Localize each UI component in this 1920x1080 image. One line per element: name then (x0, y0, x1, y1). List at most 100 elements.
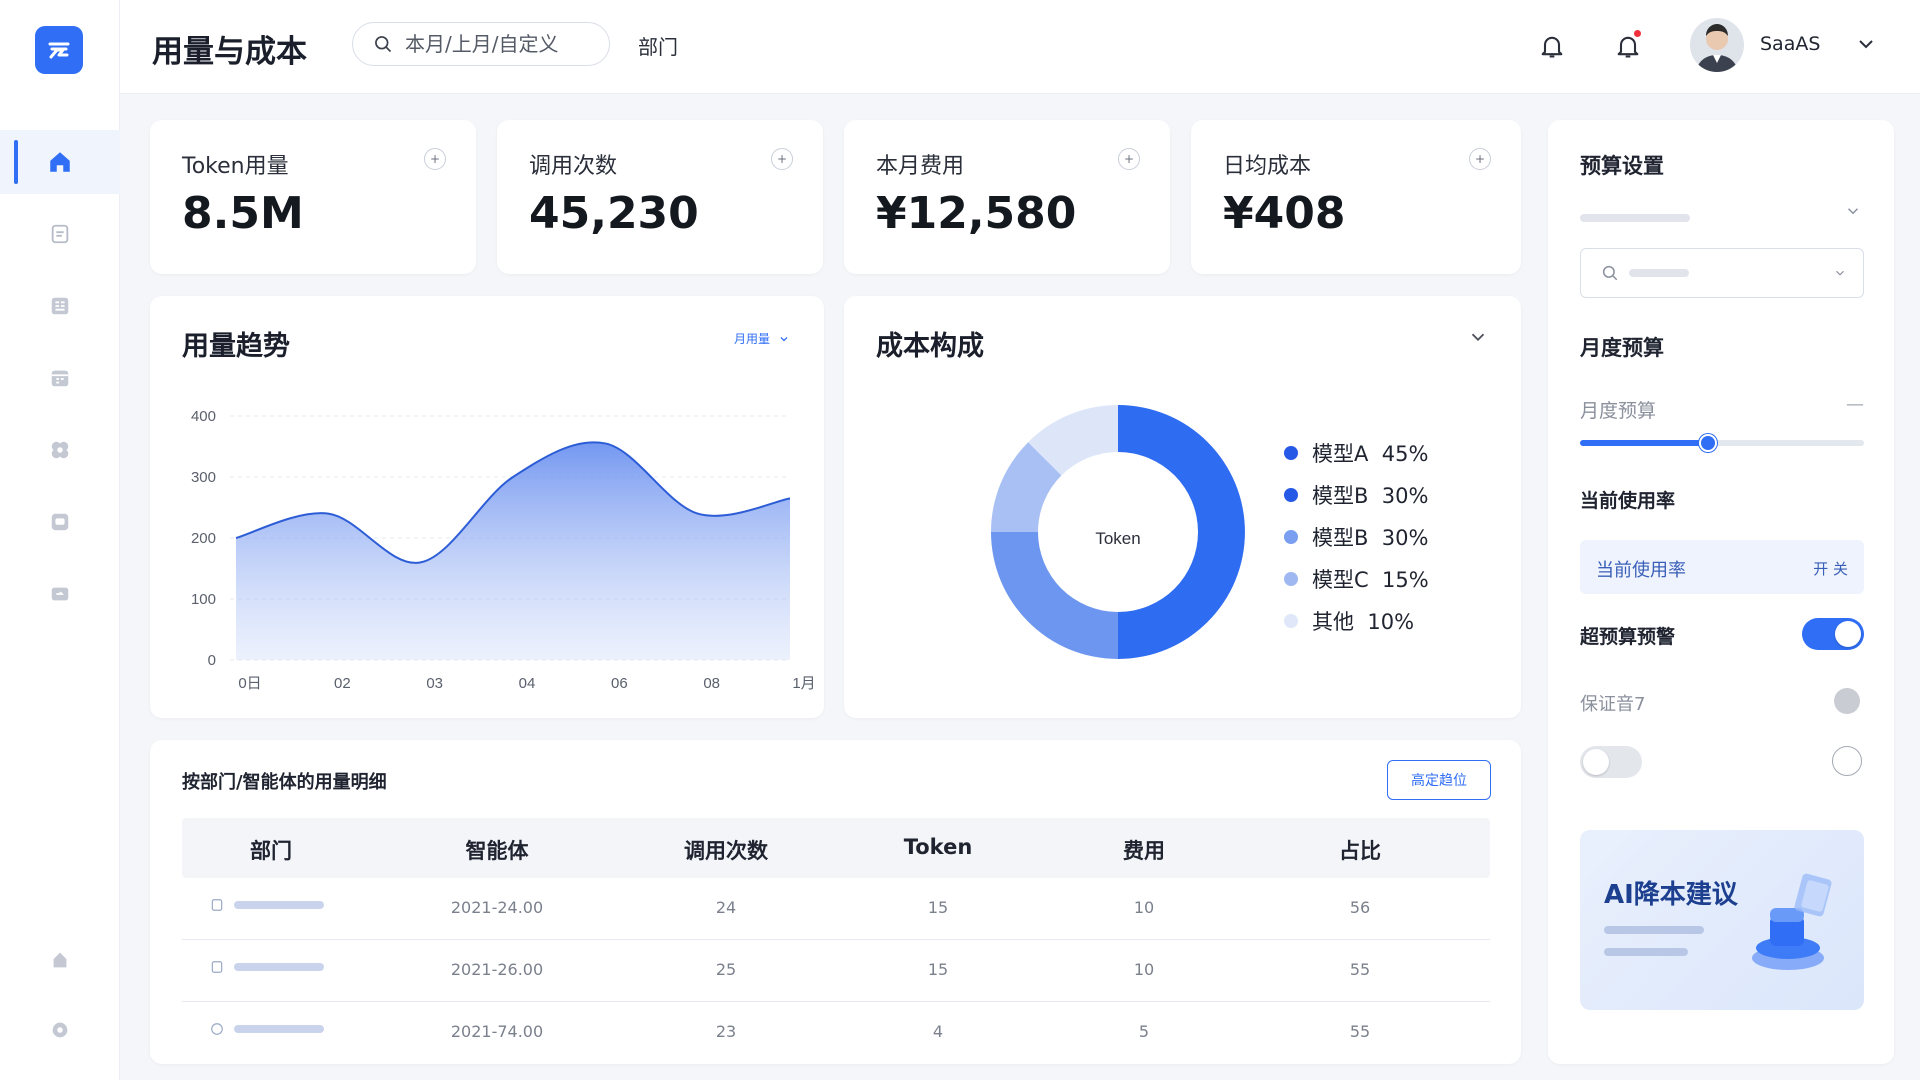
date-range-search[interactable] (352, 22, 610, 66)
over-budget-label: 超预算预警 (1580, 626, 1676, 648)
stat-card-token: Token用量 8.5M + (150, 120, 476, 274)
sidebar-item-home[interactable] (0, 130, 120, 194)
cell-share: 55 (1349, 1022, 1371, 1041)
user-menu-toggle[interactable] (1854, 32, 1878, 60)
sidebar-item-settings[interactable] (0, 998, 120, 1062)
date-range-input[interactable] (405, 32, 585, 56)
home-icon (50, 152, 70, 172)
panel-title: 预算设置 (1580, 154, 1664, 178)
cost-breakdown-menu[interactable] (1467, 326, 1489, 352)
stat-label: 日均成本 (1223, 154, 1312, 179)
column-header-token[interactable]: Token (868, 835, 1008, 859)
bell-icon (1541, 36, 1563, 58)
y-tick-label: 300 (191, 469, 216, 486)
table-row[interactable]: 2021-24.00 24 15 10 56 (182, 878, 1490, 940)
secondary-toggle[interactable] (1580, 746, 1642, 778)
legend-item[interactable]: 模型B 30% (1284, 474, 1429, 516)
list-icon (51, 297, 69, 315)
legend-item[interactable]: 其他 10% (1284, 600, 1429, 642)
column-header-department[interactable]: 部门 (201, 835, 341, 865)
cell-agent: 2021-26.00 (450, 960, 544, 979)
sidebar-item-inbox[interactable] (0, 490, 120, 554)
stat-card-calls: 调用次数 45,230 + (497, 120, 823, 274)
column-header-agent[interactable]: 智能体 (427, 835, 567, 865)
table-header: 部门 智能体 调用次数 Token 费用 占比 (182, 818, 1490, 878)
table-action-button[interactable]: 高定趋位 (1387, 760, 1491, 800)
notifications-button[interactable] (1534, 28, 1570, 64)
ai-cost-suggestion-card[interactable]: AI降本建议 (1580, 830, 1864, 1010)
add-icon[interactable]: + (424, 148, 446, 170)
lock-icon (53, 952, 67, 968)
sidebar-item-plugins[interactable] (0, 418, 120, 482)
ai-illustration-icon (1752, 873, 1832, 970)
cell-agent: 2021-24.00 (450, 898, 544, 917)
usage-trend-card: 用量趋势 月用量 0 100 200 300 400 0日 02 03 04 06 08 1月 (150, 296, 824, 718)
table-row[interactable]: 2021-74.00 23 4 5 55 (182, 1002, 1490, 1064)
column-header-calls[interactable]: 调用次数 (656, 835, 796, 865)
cell-share: 55 (1349, 960, 1371, 979)
card-title: 成本构成 (876, 331, 984, 362)
sidebar-item-list[interactable] (0, 274, 120, 338)
option-radio-empty[interactable] (1832, 746, 1862, 776)
legend-swatch (1284, 446, 1298, 460)
legend-swatch (1284, 614, 1298, 628)
y-tick-label: 200 (191, 530, 216, 547)
current-usage-heading: 当前使用率 (1580, 490, 1676, 512)
blurred-label (1580, 214, 1690, 222)
avatar[interactable] (1690, 18, 1744, 72)
ticket-icon (51, 587, 69, 601)
monthly-budget-value: — (1846, 394, 1864, 415)
add-icon[interactable]: + (771, 148, 793, 170)
sidebar-item-calendar[interactable] (0, 346, 120, 410)
project-dropdown-toggle[interactable] (1844, 202, 1862, 224)
legend-swatch (1284, 530, 1298, 544)
app-logo[interactable] (35, 26, 83, 74)
budget-slider[interactable] (1580, 434, 1864, 452)
top-header: 用量与成本 部门 SaaAS (120, 0, 1920, 94)
ai-card-title: AI降本建议 (1604, 880, 1738, 910)
column-header-cost[interactable]: 费用 (1074, 835, 1214, 865)
stat-value: 8.5M (182, 188, 304, 239)
settings-icon (52, 1022, 68, 1038)
legend-swatch (1284, 488, 1298, 502)
clock-icon (211, 1023, 223, 1035)
sidebar-item-documents[interactable] (0, 202, 120, 266)
alerts-button[interactable] (1610, 28, 1646, 64)
page-title: 用量与成本 (152, 34, 307, 70)
stat-card-monthly-cost: 本月费用 ¥12,580 + (844, 120, 1170, 274)
y-tick-label: 0 (208, 652, 216, 669)
cell-cost: 5 (1138, 1022, 1150, 1041)
department-filter[interactable]: 部门 (638, 31, 678, 60)
budget-slider-thumb[interactable] (1698, 434, 1717, 452)
project-select[interactable] (1580, 248, 1864, 298)
inbox-icon (51, 513, 69, 531)
add-icon[interactable]: + (1118, 148, 1140, 170)
column-header-share[interactable]: 占比 (1290, 835, 1430, 865)
legend-item[interactable]: 模型A 45% (1284, 432, 1429, 474)
row-department (210, 960, 324, 974)
chevron-down-icon (1847, 208, 1859, 215)
ai-card-text-blurred (1604, 948, 1688, 956)
over-budget-toggle[interactable] (1802, 618, 1864, 650)
legend-label: 模型B 30% (1312, 484, 1429, 508)
y-tick-label: 400 (191, 408, 216, 425)
legend-label: 模型A 45% (1312, 442, 1429, 466)
legend-item[interactable]: 模型B 30% (1284, 516, 1429, 558)
row-department (210, 898, 324, 912)
add-icon[interactable]: + (1469, 148, 1491, 170)
current-usage-label: 当前使用率 (1596, 560, 1686, 581)
option-radio-filled[interactable] (1834, 688, 1860, 714)
current-usage-box[interactable]: 当前使用率 开 关 (1580, 540, 1864, 594)
sidebar-item-tickets[interactable] (0, 562, 120, 626)
table-row[interactable]: 2021-26.00 25 15 10 55 (182, 940, 1490, 1002)
sidebar-item-security[interactable] (0, 928, 120, 992)
puzzle-icon (51, 441, 69, 459)
notification-badge (1632, 28, 1643, 39)
legend-item[interactable]: 模型C 15% (1284, 558, 1429, 600)
usage-detail-table-card: 按部门/智能体的用量明细 高定趋位 部门 智能体 调用次数 Token 费用 占… (150, 740, 1521, 1064)
x-tick-label: 08 (703, 675, 720, 692)
user-name[interactable]: SaaAS (1760, 33, 1820, 55)
department-name-blurred (234, 1025, 324, 1033)
stat-label: 调用次数 (529, 154, 618, 179)
usage-switch-text[interactable]: 开 关 (1813, 558, 1848, 579)
